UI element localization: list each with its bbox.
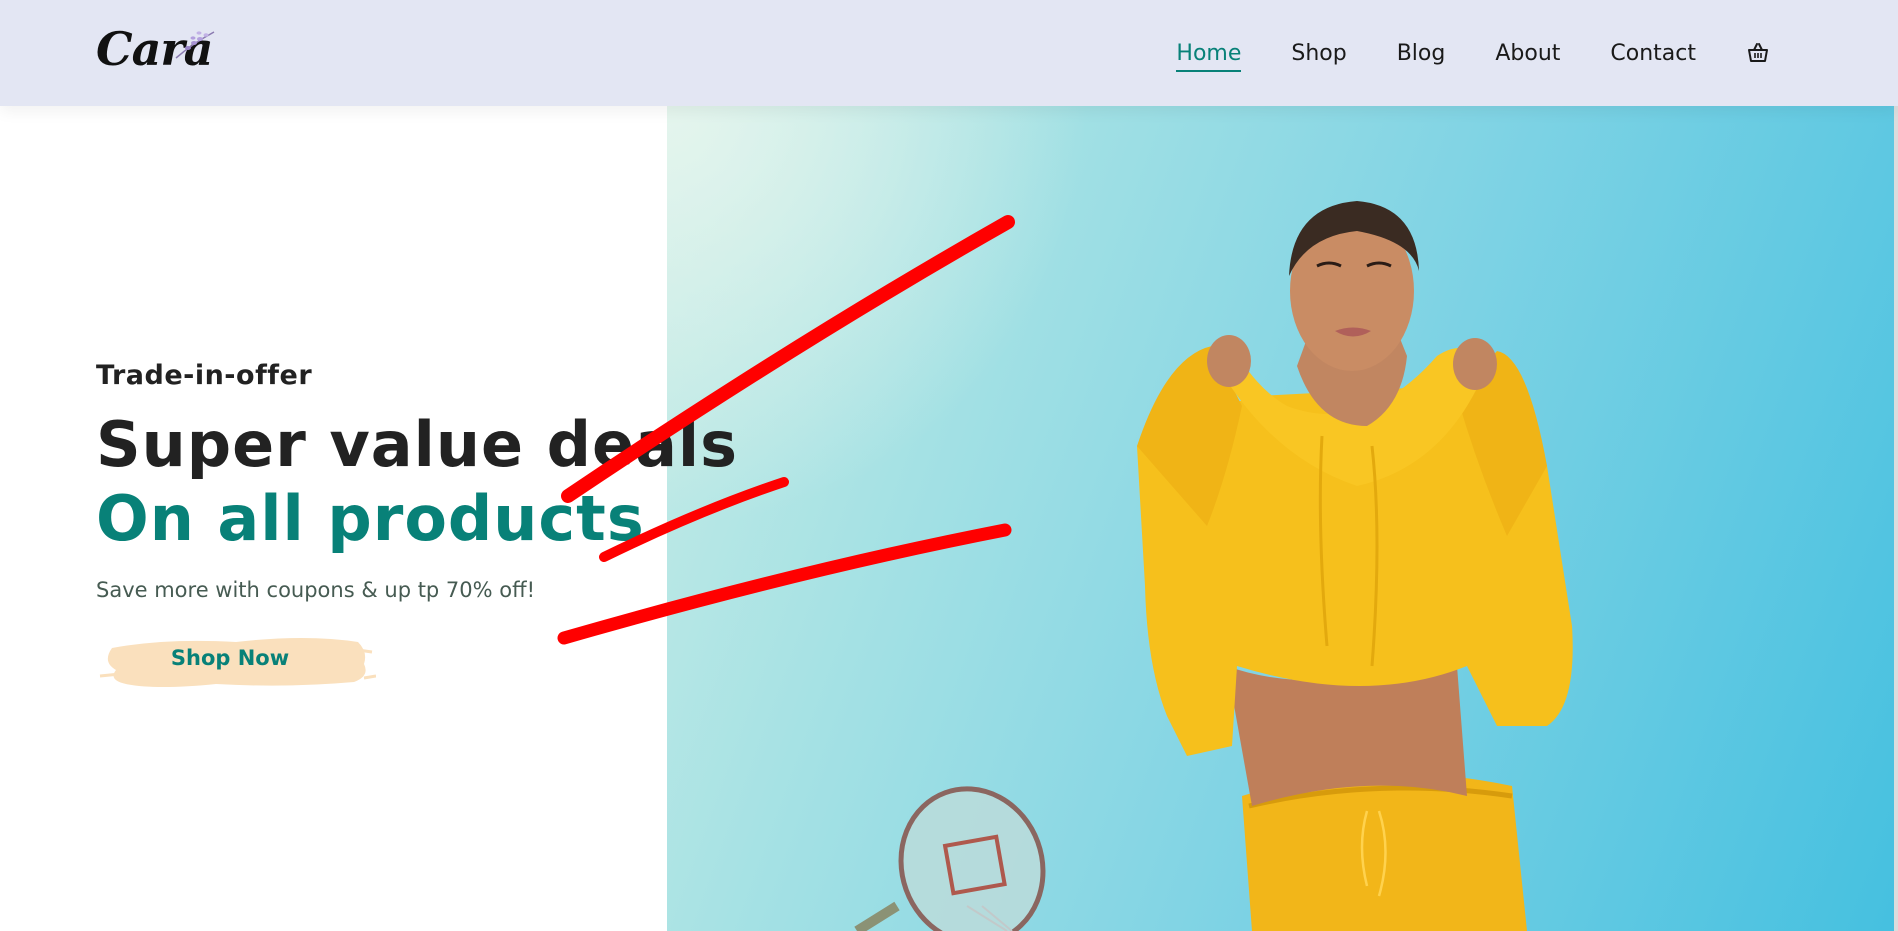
hero-headline-accent: On all products bbox=[96, 482, 645, 555]
lavender-sprig-icon bbox=[175, 31, 215, 59]
site-header: Cara Home Shop Blog About Contact bbox=[0, 0, 1898, 106]
scrollbar[interactable] bbox=[1894, 0, 1898, 931]
hero-photo-illustration bbox=[667, 106, 1573, 931]
shop-now-label: Shop Now bbox=[170, 646, 290, 670]
model-figure bbox=[1137, 201, 1573, 931]
shopping-basket-icon[interactable] bbox=[1746, 41, 1770, 65]
shop-now-button[interactable]: Shop Now bbox=[96, 630, 376, 692]
hero-subtext: Save more with coupons & up tp 70% off! bbox=[96, 578, 536, 602]
nav-home[interactable]: Home bbox=[1176, 41, 1241, 72]
nav-contact[interactable]: Contact bbox=[1610, 41, 1696, 66]
nav-shop[interactable]: Shop bbox=[1291, 41, 1346, 66]
brand-logo[interactable]: Cara bbox=[96, 18, 226, 80]
hero-kicker: Trade-in-offer bbox=[96, 360, 313, 391]
hero-headline: Super value deals bbox=[96, 408, 739, 481]
nav-blog[interactable]: Blog bbox=[1397, 41, 1446, 66]
nav-about[interactable]: About bbox=[1495, 41, 1560, 66]
hero-image bbox=[667, 106, 1898, 931]
basketball-hoop bbox=[854, 786, 1046, 931]
main-nav: Home Shop Blog About Contact bbox=[1126, 0, 1770, 106]
